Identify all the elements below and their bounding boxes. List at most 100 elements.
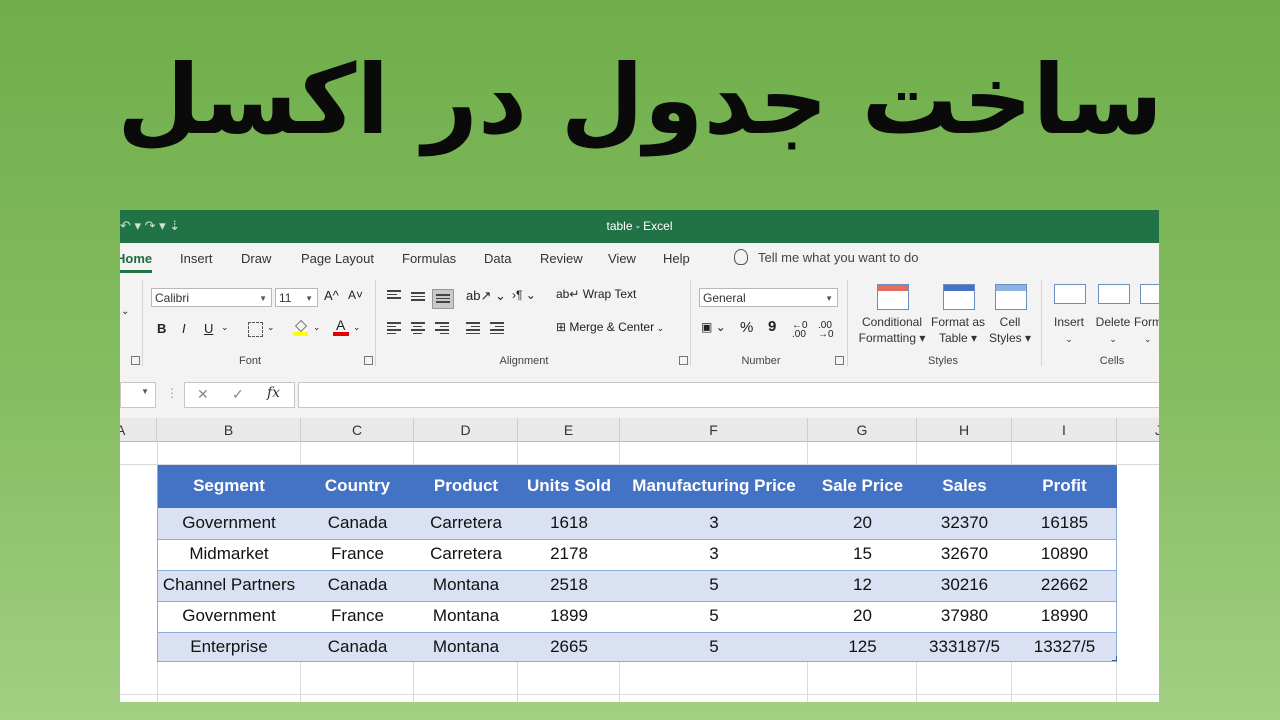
table-cell[interactable]: 20 [808, 606, 917, 626]
borders-icon[interactable] [248, 322, 263, 337]
text-direction-icon[interactable]: ›¶ ⌄ [512, 288, 536, 302]
tab-formulas[interactable]: Formulas [402, 251, 456, 266]
chevron-down-icon[interactable]: ⌄ [221, 322, 229, 333]
tab-help[interactable]: Help [663, 251, 690, 266]
tab-page-layout[interactable]: Page Layout [301, 251, 374, 266]
number-launcher-icon[interactable] [835, 356, 844, 365]
chevron-down-icon[interactable]: ⌄ [267, 322, 275, 333]
table-cell[interactable]: Carretera [414, 544, 518, 564]
table-header-cell[interactable]: Manufacturing Price [620, 476, 808, 496]
column-header-b[interactable]: B [157, 418, 301, 442]
table-cell[interactable]: Government [157, 513, 301, 533]
table-cell[interactable]: Government [157, 606, 301, 626]
table-cell[interactable]: 5 [620, 606, 808, 626]
table-cell[interactable]: 3 [620, 513, 808, 533]
insert-function-icon[interactable]: fx [267, 385, 280, 401]
grow-font-button[interactable]: A^ [324, 288, 339, 303]
resize-handle-icon[interactable]: ⋮ [166, 386, 178, 400]
table-cell[interactable]: Canada [301, 513, 414, 533]
underline-button[interactable]: U [204, 321, 213, 336]
table-cell[interactable]: 2665 [518, 637, 620, 657]
table-cell[interactable]: 12 [808, 575, 917, 595]
align-left-icon[interactable] [387, 322, 401, 334]
table-cell[interactable]: France [301, 606, 414, 626]
increase-indent-icon[interactable] [490, 322, 504, 334]
decrease-decimal-button[interactable]: .00 →0 [818, 321, 842, 340]
accounting-format-icon[interactable]: ▣ ⌄ [701, 320, 726, 334]
table-cell[interactable]: 3 [620, 544, 808, 564]
chevron-down-icon[interactable]: ⌄ [313, 322, 321, 333]
table-cell[interactable]: 18990 [1012, 606, 1117, 626]
merge-center-button[interactable]: ⊞ Merge & Center ⌄ [556, 320, 664, 334]
table-cell[interactable]: 22662 [1012, 575, 1117, 595]
table-cell[interactable]: 37980 [917, 606, 1012, 626]
tab-review[interactable]: Review [540, 251, 583, 266]
table-cell[interactable]: France [301, 544, 414, 564]
table-header-cell[interactable]: Sale Price [808, 476, 917, 496]
table-cell[interactable]: Midmarket [157, 544, 301, 564]
column-header-f[interactable]: F [620, 418, 808, 442]
tab-insert[interactable]: Insert [180, 251, 213, 266]
table-cell[interactable]: Canada [301, 575, 414, 595]
table-header-cell[interactable]: Profit [1012, 476, 1117, 496]
table-header-cell[interactable]: Country [301, 476, 414, 496]
column-header-e[interactable]: E [518, 418, 620, 442]
table-cell[interactable]: 13327/5 [1012, 637, 1117, 657]
clipboard-dropdown-icon[interactable]: ⌄ [121, 306, 129, 317]
worksheet-grid[interactable]: A B C D E F G H I J Segment Country Prod… [120, 418, 1159, 702]
table-cell[interactable]: 30216 [917, 575, 1012, 595]
cancel-icon[interactable]: ✕ [197, 386, 209, 403]
fill-color-icon[interactable] [293, 320, 308, 336]
table-cell[interactable]: 20 [808, 513, 917, 533]
table-cell[interactable]: Canada [301, 637, 414, 657]
comma-style-button[interactable]: 9 [768, 318, 776, 335]
table-resize-handle-icon[interactable] [1112, 656, 1117, 661]
font-name-select[interactable]: Calibri ▼ [151, 288, 272, 307]
formula-input[interactable] [298, 382, 1159, 408]
align-top-icon[interactable] [387, 290, 401, 302]
alignment-launcher-icon[interactable] [679, 356, 688, 365]
table-cell[interactable]: Montana [414, 575, 518, 595]
decrease-indent-icon[interactable] [466, 322, 480, 334]
column-header-i[interactable]: I [1012, 418, 1117, 442]
column-header-g[interactable]: G [808, 418, 917, 442]
table-cell[interactable]: 16185 [1012, 513, 1117, 533]
table-cell[interactable]: 2518 [518, 575, 620, 595]
increase-decimal-button[interactable]: ←0 .00 [792, 321, 816, 340]
orientation-icon[interactable]: ab↗ ⌄ [466, 288, 506, 304]
table-cell[interactable]: 32370 [917, 513, 1012, 533]
table-cell[interactable]: 1618 [518, 513, 620, 533]
column-header-a[interactable]: A [120, 418, 157, 442]
table-header-cell[interactable]: Segment [157, 476, 301, 496]
column-header-d[interactable]: D [414, 418, 518, 442]
tab-view[interactable]: View [608, 251, 636, 266]
align-bottom-icon[interactable] [432, 289, 454, 309]
table-cell[interactable]: 15 [808, 544, 917, 564]
table-cell[interactable]: 32670 [917, 544, 1012, 564]
table-cell[interactable]: Channel Partners [157, 575, 301, 595]
font-size-select[interactable]: 11 ▼ [275, 288, 318, 307]
align-middle-icon[interactable] [411, 292, 425, 304]
wrap-text-button[interactable]: ab↵ Wrap Text [556, 287, 636, 301]
chevron-down-icon[interactable]: ⌄ [353, 322, 361, 333]
column-header-h[interactable]: H [917, 418, 1012, 442]
tab-data[interactable]: Data [484, 251, 511, 266]
tell-me-search[interactable]: Tell me what you want to do [734, 249, 918, 265]
italic-button[interactable]: I [182, 321, 186, 336]
align-right-icon[interactable] [435, 322, 449, 334]
enter-icon[interactable]: ✓ [232, 386, 244, 403]
table-header-cell[interactable]: Units Sold [518, 476, 620, 496]
tab-home[interactable]: Home [120, 251, 153, 273]
column-header-j[interactable]: J [1117, 418, 1159, 442]
percent-style-button[interactable]: % [740, 319, 753, 336]
table-cell[interactable]: 10890 [1012, 544, 1117, 564]
table-cell[interactable]: 2178 [518, 544, 620, 564]
table-header-cell[interactable]: Sales [917, 476, 1012, 496]
name-box[interactable]: ▼ [120, 382, 156, 408]
table-cell[interactable]: 1899 [518, 606, 620, 626]
table-cell[interactable]: Enterprise [157, 637, 301, 657]
align-center-icon[interactable] [411, 322, 425, 334]
table-cell[interactable]: Montana [414, 637, 518, 657]
font-launcher-icon[interactable] [364, 356, 373, 365]
table-cell[interactable]: Montana [414, 606, 518, 626]
